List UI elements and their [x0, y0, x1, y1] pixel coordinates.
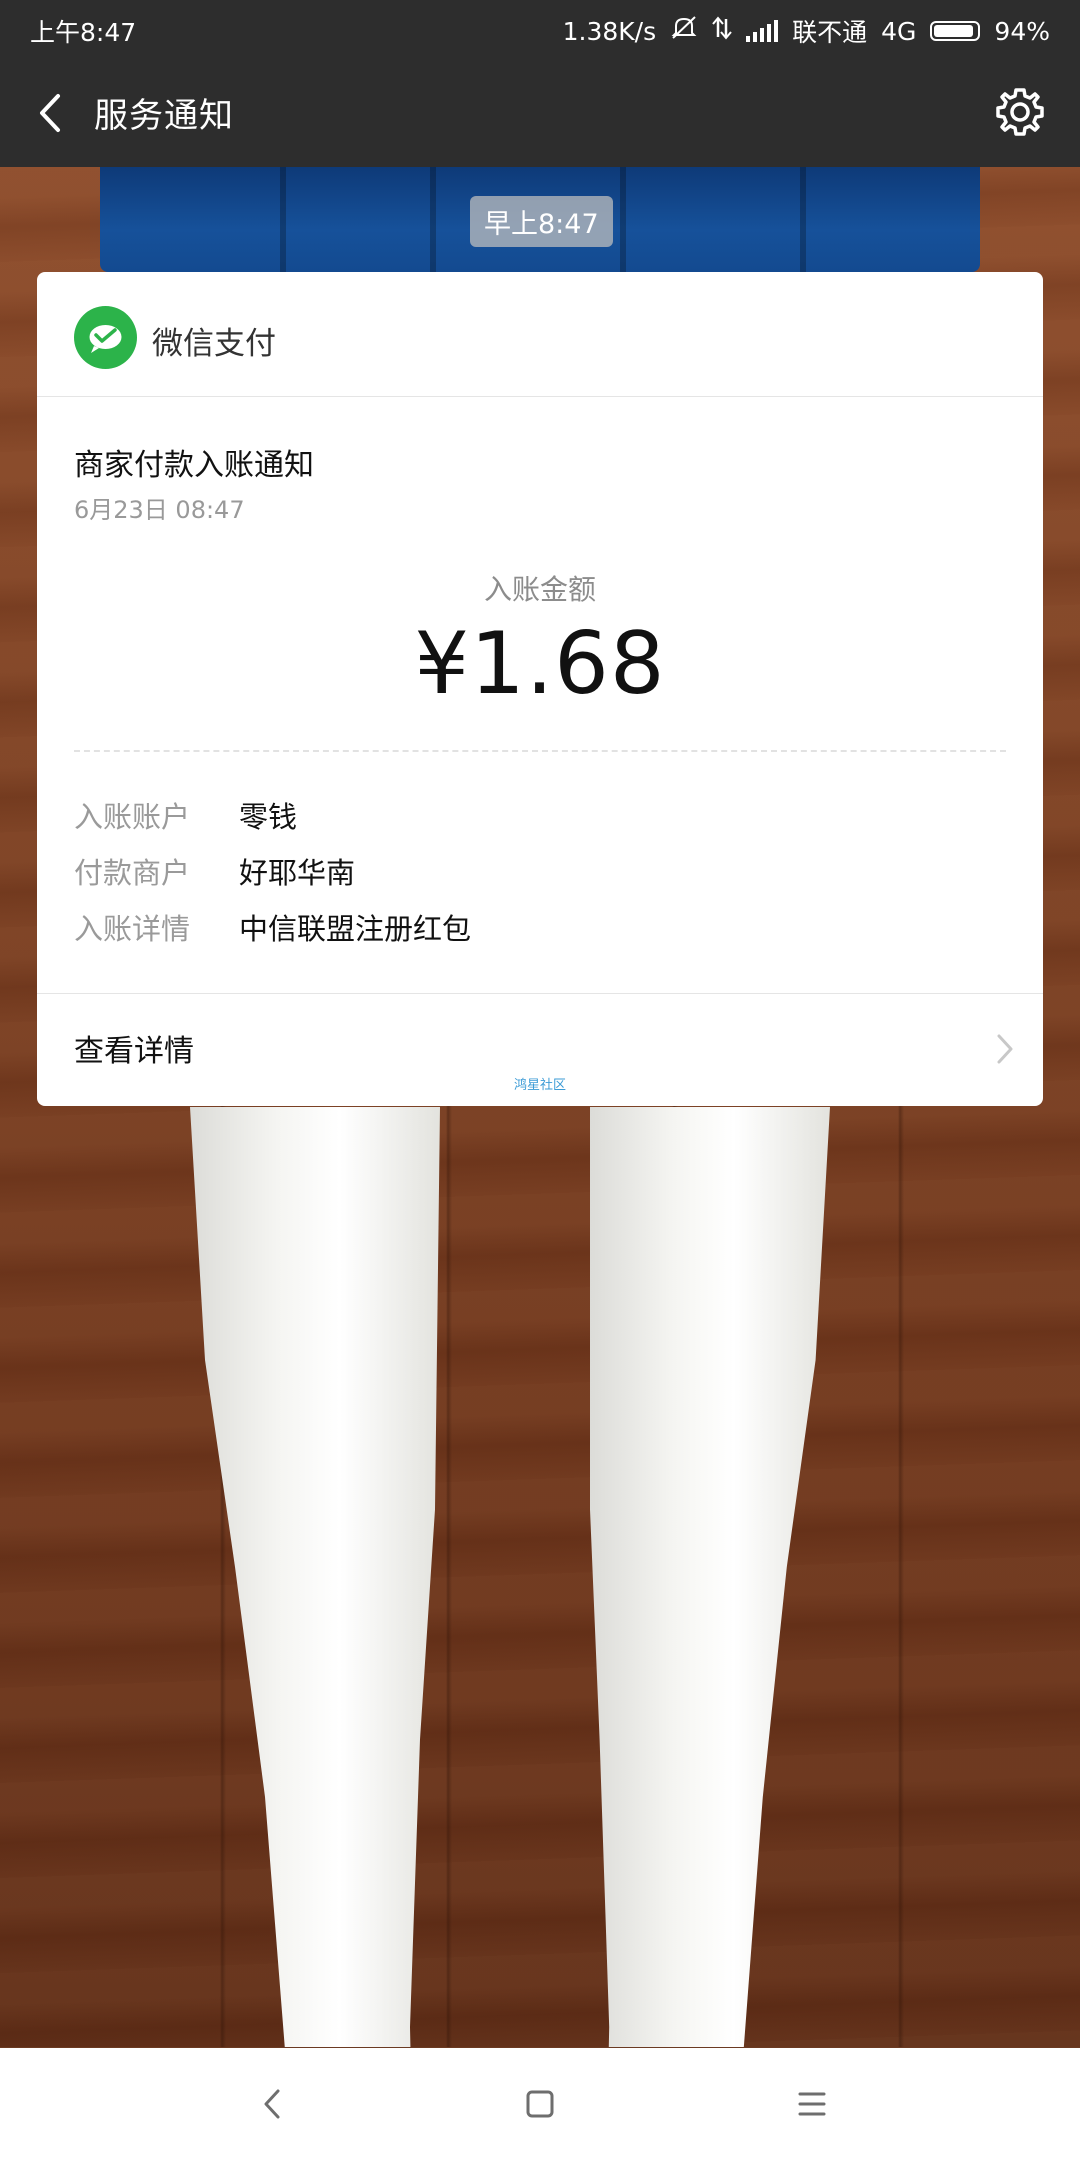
signal-icon — [746, 20, 779, 42]
carrier-name: 联不通 — [792, 18, 868, 47]
page-title: 服务通知 — [94, 96, 234, 136]
status-bar: 上午8:47 1.38K/s 联不通 4G 94% — [0, 0, 1080, 58]
gear-icon[interactable] — [994, 86, 1046, 138]
network-type: 4G — [881, 16, 917, 46]
back-arrow-icon[interactable] — [28, 88, 78, 138]
network-speed: 1.38K/s — [562, 16, 657, 46]
mute-icon — [670, 15, 698, 47]
card-header: 微信支付 — [37, 272, 1043, 397]
view-details-row[interactable]: 查看详情 鸿星社区 — [37, 993, 1043, 1106]
divider — [74, 750, 1006, 752]
message-time-chip: 早上8:47 — [470, 196, 613, 247]
status-indicators: 1.38K/s 联不通 4G 94% — [563, 13, 1050, 49]
detail-row-account: 入账账户 零钱 — [74, 794, 297, 836]
amount-value: ¥1.68 — [414, 614, 666, 714]
menu-icon[interactable] — [786, 2078, 838, 2130]
battery-icon — [930, 21, 981, 41]
nav-bar: 服务通知 — [0, 58, 1080, 167]
watermark-text: 鸿星社区 — [513, 1078, 566, 1093]
detail-value: 中信联盟注册红包 — [239, 912, 472, 946]
detail-key: 入账详情 — [74, 912, 191, 946]
amount-label: 入账金额 — [483, 573, 596, 606]
detail-row-merchant: 付款商户 好耶华南 — [74, 850, 355, 892]
brand-name: 微信支付 — [152, 326, 276, 362]
detail-value: 好耶华南 — [239, 856, 356, 890]
screen: 上午8:47 1.38K/s 联不通 4G 94% 服务通知 早上8:47 微信… — [0, 0, 1080, 2160]
data-arrows-icon — [712, 15, 732, 47]
detail-row-details: 入账详情 中信联盟注册红包 — [74, 906, 471, 948]
status-time: 上午8:47 — [30, 18, 137, 47]
view-details-label: 查看详情 — [74, 1034, 194, 1069]
back-icon[interactable] — [246, 2078, 298, 2130]
detail-value: 零钱 — [239, 800, 298, 834]
chevron-right-icon — [993, 1032, 1017, 1066]
battery-percent: 94% — [994, 16, 1050, 46]
detail-key: 入账账户 — [74, 800, 191, 834]
system-nav-bar — [0, 2048, 1080, 2160]
wallpaper-leg-right — [590, 1107, 830, 2047]
home-icon[interactable] — [514, 2078, 566, 2130]
wechat-pay-icon — [74, 306, 137, 369]
notice-date: 6月23日 08:47 — [74, 496, 245, 524]
detail-key: 付款商户 — [74, 856, 191, 890]
notice-title: 商家付款入账通知 — [74, 448, 314, 483]
payment-notification-card[interactable]: 微信支付 商家付款入账通知 6月23日 08:47 入账金额 ¥1.68 入账账… — [37, 272, 1043, 1106]
wallpaper-leg-left — [190, 1107, 440, 2047]
